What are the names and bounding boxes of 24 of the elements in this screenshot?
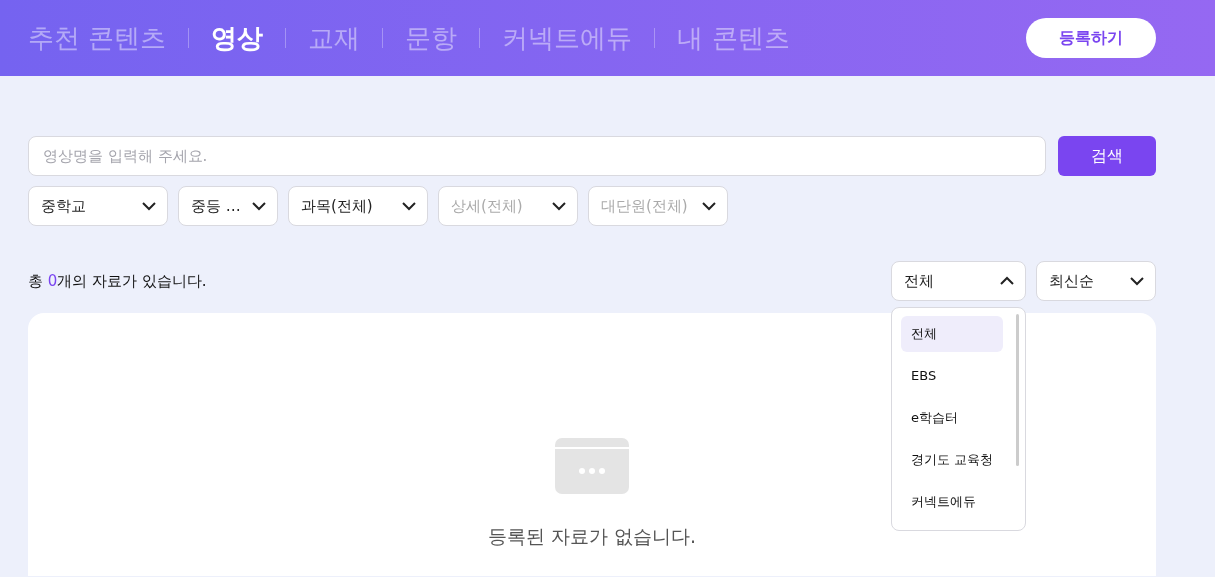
search-button[interactable]: 검색 (1058, 136, 1156, 176)
search-field[interactable]: 영상명을 입력해 주세요. (28, 136, 1046, 176)
empty-window-icon (555, 438, 629, 494)
filter-dropdown[interactable]: 과목(전체) (288, 186, 428, 226)
chevron-down-icon (701, 201, 717, 211)
result-count: 총 0개의 자료가 있습니다. (28, 270, 207, 292)
chevron-down-icon (401, 201, 417, 211)
dropdown-option[interactable]: EBS (901, 358, 1003, 394)
source-dropdown[interactable]: 전체 (891, 261, 1026, 301)
chevron-down-icon (551, 201, 567, 211)
dropdown-option[interactable]: 경기도 교육청 (901, 442, 1003, 478)
chevron-down-icon (141, 201, 157, 211)
filter-dropdown[interactable]: 중학교 (28, 186, 168, 226)
register-button[interactable]: 등록하기 (1026, 18, 1156, 58)
chevron-up-icon (999, 276, 1015, 286)
nav-tab[interactable]: 영상 (211, 25, 264, 51)
sort-dropdown[interactable]: 최신순 (1036, 261, 1156, 301)
empty-message: 등록된 자료가 없습니다. (487, 524, 697, 549)
dropdown-option[interactable]: 전체 (901, 316, 1003, 352)
dropdown-option[interactable]: 커넥트에듀 (901, 484, 1003, 520)
filter-dropdown[interactable]: 중등 … (178, 186, 278, 226)
chevron-down-icon (251, 201, 267, 211)
chevron-down-icon (1129, 276, 1145, 286)
dropdown-option[interactable]: e학습터 (901, 400, 1003, 436)
